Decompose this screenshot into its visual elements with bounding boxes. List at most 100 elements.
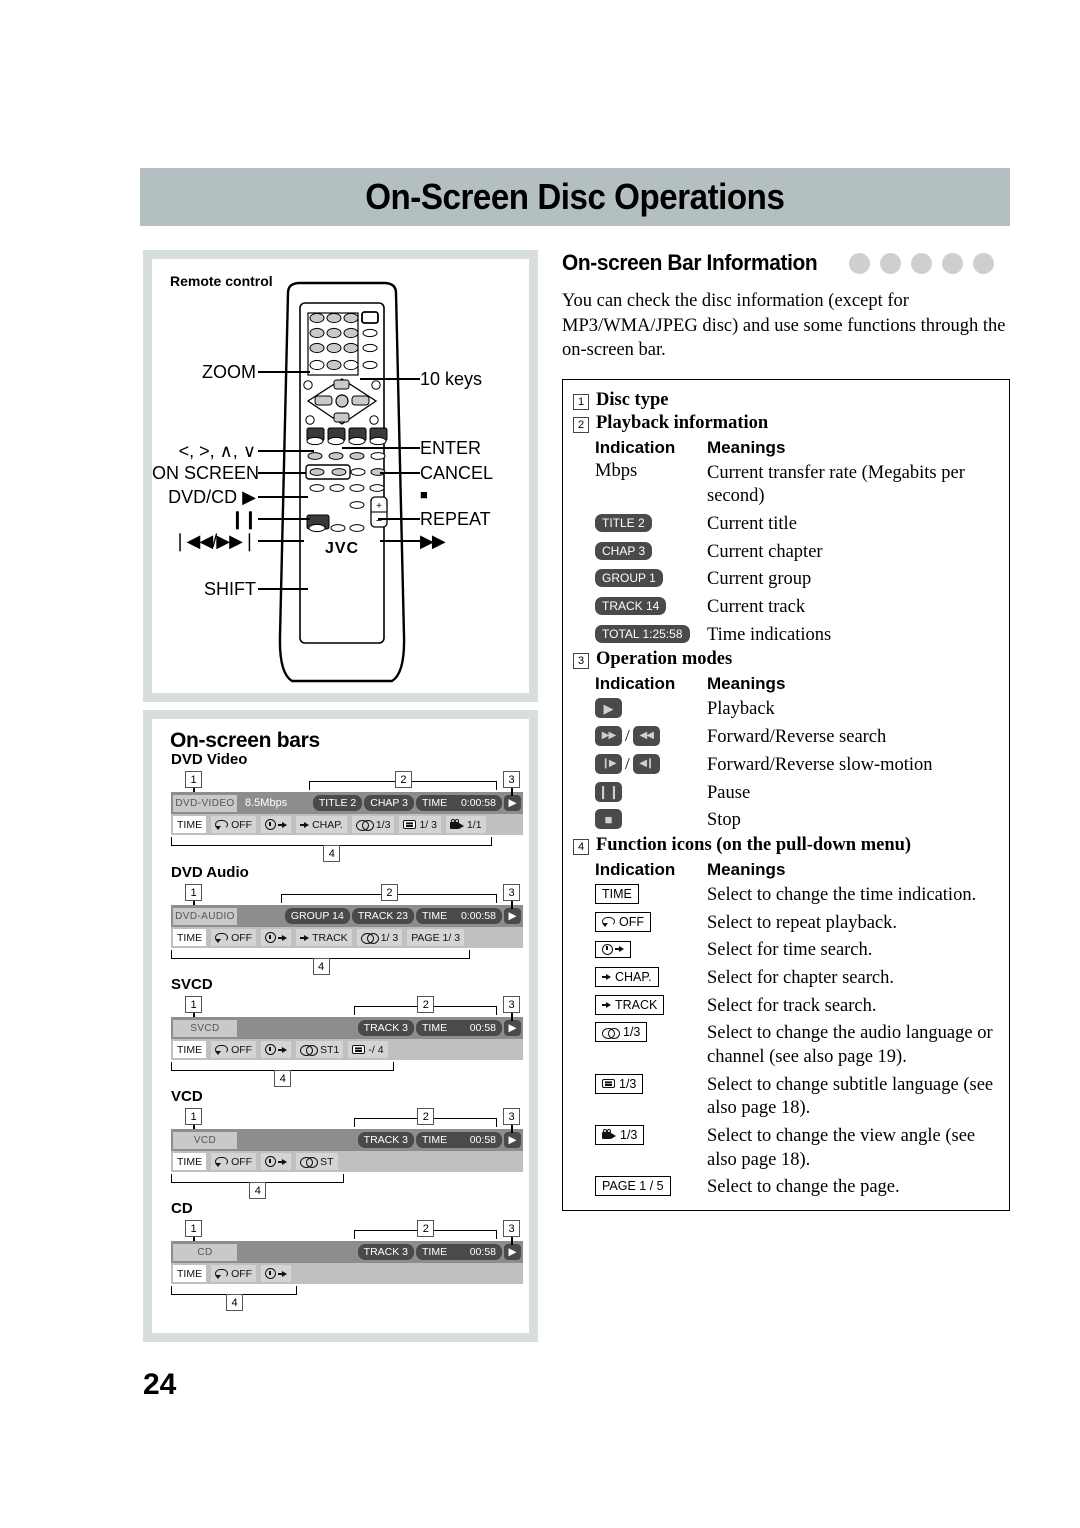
callout-marker-3: 3 — [503, 996, 520, 1013]
bar-function-button[interactable]: 1/1 — [445, 816, 486, 833]
bar-function-button[interactable]: CHAP. — [296, 816, 347, 833]
slow-forward-icon: ❙▶ — [595, 753, 622, 774]
bar-function-button[interactable] — [261, 1041, 292, 1058]
clock-arrow-icon — [265, 1268, 288, 1279]
remote-control-panel: Remote control + − JVC ZOOM <, >, ∧, ∨ O… — [143, 250, 538, 702]
table-column-headers: Indication Meanings — [595, 438, 999, 458]
bar-function-button[interactable]: OFF — [211, 1041, 257, 1058]
bar-function-button[interactable]: 1/ 3 — [399, 816, 441, 833]
function-icon-tag[interactable]: CHAP. — [595, 966, 659, 987]
callout-marker-2: 2 — [417, 1220, 435, 1237]
table-row: TOTAL 1:25:58 Time indications — [595, 623, 999, 648]
function-icon-tag[interactable]: 1/3 — [595, 1073, 644, 1094]
function-icon-tag[interactable]: 1/3 — [595, 1022, 648, 1043]
on-screen-bar: SVCD TRACK 3 TIME 00:58 ▶ TIME OFF ST1 -/ 4 — [171, 1017, 523, 1060]
play-icon: ▶ — [504, 795, 521, 811]
function-label: TIME — [177, 1267, 203, 1280]
callout-marker-4: 4 — [312, 958, 330, 975]
repeat-icon — [602, 917, 615, 928]
arrow-icon — [602, 1001, 611, 1009]
table-row: TRACK 14 Current track — [595, 595, 999, 620]
audio-icon — [300, 1157, 319, 1168]
bar-function-button[interactable]: ST1 — [296, 1041, 344, 1058]
bar-function-row: TIME OFF ST — [171, 1151, 523, 1172]
function-icon-tag[interactable]: TRACK — [595, 994, 665, 1015]
pill-value: 0:00:58 — [460, 797, 496, 809]
mode-glyph: ❙▶ — [601, 757, 616, 769]
bar-function-button[interactable]: TIME — [173, 1265, 207, 1282]
table-row: ▶▶ / ◀◀ Forward/Reverse search — [595, 725, 999, 750]
bar-info-row: VCD TRACK 3 TIME 00:58 ▶ — [171, 1129, 523, 1151]
bar-function-button[interactable]: OFF — [211, 929, 257, 946]
bar-function-button[interactable]: TIME — [173, 1153, 207, 1170]
section-number: 1 — [573, 393, 589, 410]
function-icon-tag[interactable]: 1/3 — [595, 1124, 645, 1145]
function-label: OFF — [231, 1267, 253, 1280]
callout-stop: ■ — [420, 487, 428, 502]
row-indication: ❙❙ — [595, 781, 707, 803]
row-meaning: Playback — [707, 699, 775, 720]
bar-function-button[interactable] — [261, 1265, 292, 1282]
svg-text:−: − — [376, 515, 382, 527]
disc-type-dot — [972, 252, 994, 274]
bar-info-row: DVD-AUDIO GROUP 14 TRACK 23 TIME 0:00:58 ▶ — [171, 905, 523, 927]
section-title: Operation modes — [596, 649, 733, 670]
bar-function-button[interactable]: ST — [296, 1153, 338, 1170]
function-icon-tag[interactable]: TIME — [595, 883, 639, 904]
function-icon-tag[interactable]: PAGE 1 / 5 — [595, 1176, 671, 1197]
row-indication: TOTAL 1:25:58 — [595, 623, 707, 645]
pill-label: TIME — [422, 797, 448, 809]
audio-icon — [360, 933, 379, 944]
playback-info-pill: TIME 00:58 — [416, 1020, 502, 1036]
row-meaning: Forward/Reverse search — [707, 727, 887, 748]
bar-function-button[interactable]: 1/ 3 — [356, 929, 403, 946]
playback-info-pill: GROUP 14 — [284, 908, 350, 924]
bar-function-button[interactable]: TIME — [173, 816, 207, 833]
callout-marker-2: 2 — [394, 771, 412, 788]
bar-function-button[interactable]: OFF — [211, 816, 257, 833]
bar-function-button[interactable]: 1/3 — [351, 816, 395, 833]
intro-paragraph: You can check the disc information (exce… — [562, 291, 1006, 361]
table-row: TRACK Select for track search. — [595, 994, 999, 1019]
table-row: ■ Stop — [595, 808, 999, 833]
row-indication: ▶ — [595, 697, 707, 719]
callout-on-screen: ON SCREEN — [152, 463, 260, 483]
function-icon-label: 1/3 — [620, 1127, 638, 1142]
bar-function-button[interactable]: TRACK — [296, 929, 352, 946]
table-column-headers: Indication Meanings — [595, 860, 999, 880]
table-row: 1/3 Select to change subtitle language (s… — [595, 1073, 999, 1121]
bar-function-button[interactable] — [261, 1153, 292, 1170]
table-row: PAGE 1 / 5 Select to change the page. — [595, 1175, 999, 1200]
leader-line-zoom — [258, 371, 310, 373]
leader-line-dvd-cd — [258, 496, 308, 498]
row-meaning: Select to change the view angle (see als… — [707, 1125, 976, 1170]
playback-info-group: GROUP 14 TRACK 23 TIME 0:00:58 ▶ — [284, 908, 523, 924]
page-title-banner: On-Screen Disc Operations — [140, 168, 1010, 226]
bar-info-row: DVD-VIDEO 8.5Mbps TITLE 2 CHAP 3 TIME 0:00:58… — [171, 792, 523, 814]
bar-function-button[interactable]: PAGE 1/ 3 — [407, 929, 465, 946]
repeat-icon — [215, 933, 229, 943]
table-row: Select for time search. — [595, 938, 999, 963]
row-indication: 1/3 — [595, 1124, 707, 1146]
callout-marker-3: 3 — [503, 884, 520, 901]
indication-tag: TITLE 2 — [595, 514, 652, 533]
bar-function-button[interactable] — [261, 816, 292, 833]
function-icon-tag[interactable]: OFF — [595, 911, 651, 932]
function-icon-tag[interactable] — [595, 940, 631, 958]
play-icon: ▶ — [595, 698, 622, 719]
bar-function-button[interactable]: OFF — [211, 1265, 257, 1282]
section-header: 3 Operation modes — [573, 649, 999, 670]
play-icon: ▶ — [504, 1132, 521, 1148]
angle-icon — [602, 1128, 616, 1140]
pill-label: TIME — [422, 910, 448, 922]
callout-skip: ❘◀◀/▶▶❘ — [172, 531, 257, 551]
audio-icon — [300, 1045, 319, 1056]
playback-info-pill: TITLE 2 — [312, 795, 363, 811]
bar-function-button[interactable]: OFF — [211, 1153, 257, 1170]
bar-function-button[interactable] — [261, 929, 292, 946]
bar-group-label: SVCD — [171, 976, 213, 993]
bar-function-button[interactable]: TIME — [173, 1041, 207, 1058]
bar-function-button[interactable]: -/ 4 — [348, 1041, 388, 1058]
row-meaning: Stop — [707, 810, 741, 831]
bar-function-button[interactable]: TIME — [173, 929, 207, 946]
